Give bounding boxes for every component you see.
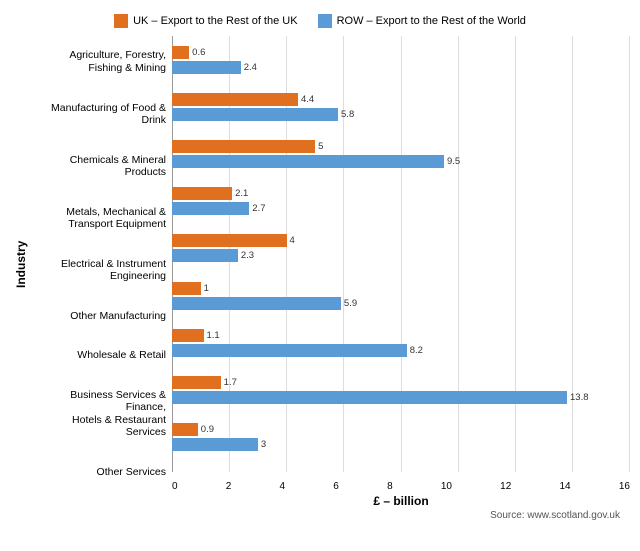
y-category-label: Manufacturing of Food &Drink [32,102,166,127]
bar-row-row: 9.5 [172,155,630,169]
bar-label-uk: 1.7 [224,377,237,388]
bar-uk [172,423,198,436]
bar-label-row: 2.3 [241,250,254,261]
y-category-label: Other Services [32,466,166,479]
bar-label-row: 13.8 [570,392,589,403]
bar-label-uk: 1 [204,283,209,294]
bar-group: 1.7 13.8 [172,376,630,405]
x-tick: 16 [619,481,630,492]
bar-group: 42.3 [172,234,630,263]
x-tick: 4 [280,481,286,492]
legend-item-row: ROW – Export to the Rest of the World [318,14,526,28]
bar-group: 1.1 8.2 [172,328,630,357]
chart-container: UK – Export to the Rest of the UK ROW – … [0,0,640,551]
bar-uk [172,282,201,295]
x-axis-label: £ – billion [172,494,630,508]
legend-swatch-uk [114,14,128,28]
y-category-label: Business Services & Finance,Hotels & Res… [32,389,166,439]
y-category-label: Agriculture, Forestry,Fishing & Mining [32,49,166,74]
bar-row [172,108,338,121]
bar-group: 4.4 5.8 [172,92,630,121]
bar-uk [172,93,298,106]
y-category-label: Electrical & InstrumentEngineering [32,258,166,283]
bar-label-row: 3 [261,439,266,450]
bar-group: 0.93 [172,423,630,452]
x-tick: 10 [441,481,452,492]
bar-rows: 0.62.44.45.859.52.12.742.315.91.18.21.71… [172,36,630,481]
bar-uk [172,329,204,342]
bar-label-row: 9.5 [447,156,460,167]
bar-row-row: 8.2 [172,343,630,357]
legend-label-row: ROW – Export to the Rest of the World [337,15,526,27]
bar-row [172,391,567,404]
bar-label-uk: 2.1 [235,188,248,199]
bar-row-row: 2.3 [172,249,630,263]
bar-label-row: 5.9 [344,298,357,309]
bar-row-row: 2.4 [172,60,630,74]
x-label-container: £ – billion [10,492,630,508]
bar-row-uk: 4.4 [172,92,630,106]
bar-label-uk: 0.6 [192,47,205,58]
bar-label-uk: 4 [290,235,295,246]
bar-row-uk: 5 [172,140,630,154]
bar-group: 59.5 [172,140,630,169]
bar-label-row: 8.2 [410,345,423,356]
y-categories: Agriculture, Forestry,Fishing & Mining Ma… [32,36,172,492]
bar-group: 2.1 2.7 [172,187,630,216]
bar-row-uk: 4 [172,234,630,248]
bar-row-row: 5.9 [172,296,630,310]
source-text: Source: www.scotland.gov.uk [10,510,630,521]
y-category-label: Chemicals & MineralProducts [32,154,166,179]
bar-row-row: 2.7 [172,202,630,216]
y-category-label: Wholesale & Retail [32,349,166,362]
bar-row [172,155,444,168]
bar-row-row: 13.8 [172,391,630,405]
bar-label-uk: 0.9 [201,424,214,435]
bar-label-row: 2.7 [252,203,265,214]
legend: UK – Export to the Rest of the UK ROW – … [10,14,630,28]
bottom-area: 0 2 4 6 8 10 12 14 16 [172,481,630,492]
bar-row-uk: 2.1 [172,187,630,201]
bar-row-uk: 1.1 [172,328,630,342]
bar-uk [172,140,315,153]
x-tick: 12 [500,481,511,492]
bar-row [172,438,258,451]
x-tick: 14 [559,481,570,492]
bar-uk [172,376,221,389]
bar-label-row: 5.8 [341,109,354,120]
bar-row [172,249,238,262]
bar-row-uk: 1 [172,281,630,295]
bars-and-grid: 0.62.44.45.859.52.12.742.315.91.18.21.71… [172,36,630,492]
bar-uk [172,187,232,200]
x-tick: 0 [172,481,178,492]
legend-label-uk: UK – Export to the Rest of the UK [133,15,297,27]
y-category-label: Metals, Mechanical &Transport Equipment [32,206,166,231]
bar-uk [172,46,189,59]
bar-row-row: 5.8 [172,107,630,121]
bar-row-uk: 0.9 [172,423,630,437]
bar-label-row: 2.4 [244,62,257,73]
bar-row [172,344,407,357]
legend-swatch-row [318,14,332,28]
bar-row-uk: 0.6 [172,45,630,59]
bar-group: 15.9 [172,281,630,310]
bar-group: 0.6 2.4 [172,45,630,74]
bar-row-uk: 1.7 [172,376,630,390]
bar-label-uk: 4.4 [301,94,314,105]
x-ticks: 0 2 4 6 8 10 12 14 16 [172,481,630,492]
x-tick: 2 [226,481,232,492]
bar-row [172,297,341,310]
y-axis-label: Industry [10,36,32,492]
bar-label-uk: 1.1 [207,330,220,341]
bar-row [172,202,249,215]
bar-uk [172,234,287,247]
legend-item-uk: UK – Export to the Rest of the UK [114,14,297,28]
y-category-label: Other Manufacturing [32,310,166,323]
bar-row-row: 3 [172,438,630,452]
chart-area: Industry Agriculture, Forestry,Fishing &… [10,36,630,492]
x-tick: 6 [333,481,339,492]
bar-row [172,61,241,74]
bar-label-uk: 5 [318,141,323,152]
x-tick: 8 [387,481,393,492]
